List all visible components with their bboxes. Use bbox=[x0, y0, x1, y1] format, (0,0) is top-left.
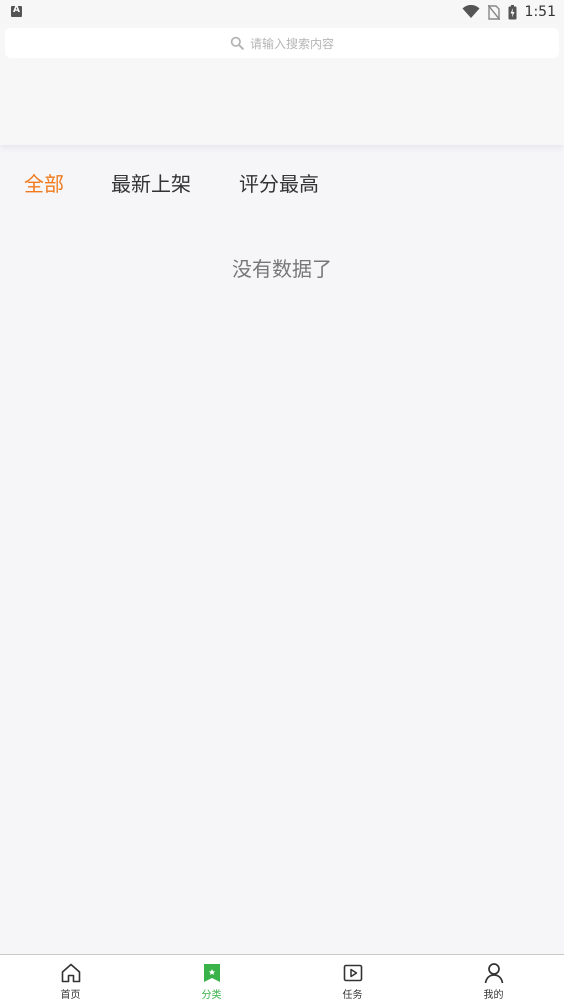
no-sim-icon bbox=[487, 4, 500, 20]
nav-item-category[interactable]: 分类 bbox=[141, 955, 282, 1002]
nav-label-profile: 我的 bbox=[483, 990, 504, 1001]
bookmark-icon bbox=[203, 964, 220, 982]
header: 请输入搜索内容 bbox=[0, 24, 564, 145]
battery-charging-icon bbox=[508, 4, 517, 19]
empty-state-message: 没有数据了 bbox=[232, 257, 332, 281]
status-bar: 1:51 bbox=[0, 0, 564, 24]
wifi-icon bbox=[462, 5, 480, 18]
user-icon bbox=[484, 963, 503, 984]
nav-item-tasks[interactable]: 任务 bbox=[282, 955, 423, 1002]
play-square-icon bbox=[343, 964, 362, 982]
tab-newest[interactable]: 最新上架 bbox=[111, 168, 191, 197]
app-screen: 1:51 请输入搜索内容 全部 最新上架 评分最高 没有数据了 首页 bbox=[0, 0, 564, 1002]
tab-all[interactable]: 全部 bbox=[24, 168, 64, 197]
search-input[interactable]: 请输入搜索内容 bbox=[5, 28, 559, 58]
category-tabs: 全部 最新上架 评分最高 bbox=[0, 160, 564, 204]
search-icon bbox=[230, 36, 244, 50]
bottom-nav: 首页 分类 任务 我的 bbox=[0, 954, 564, 1002]
nav-label-tasks: 任务 bbox=[342, 990, 363, 1001]
status-time: 1:51 bbox=[524, 4, 556, 20]
nav-item-home[interactable]: 首页 bbox=[0, 955, 141, 1002]
nav-item-profile[interactable]: 我的 bbox=[423, 955, 564, 1002]
app-notification-icon bbox=[11, 5, 22, 17]
home-icon bbox=[61, 963, 80, 983]
status-icons: 1:51 bbox=[462, 3, 556, 21]
search-placeholder: 请输入搜索内容 bbox=[249, 36, 334, 51]
tab-top-rated[interactable]: 评分最高 bbox=[239, 168, 319, 197]
nav-label-home: 首页 bbox=[60, 990, 81, 1001]
nav-label-category: 分类 bbox=[201, 990, 222, 1001]
